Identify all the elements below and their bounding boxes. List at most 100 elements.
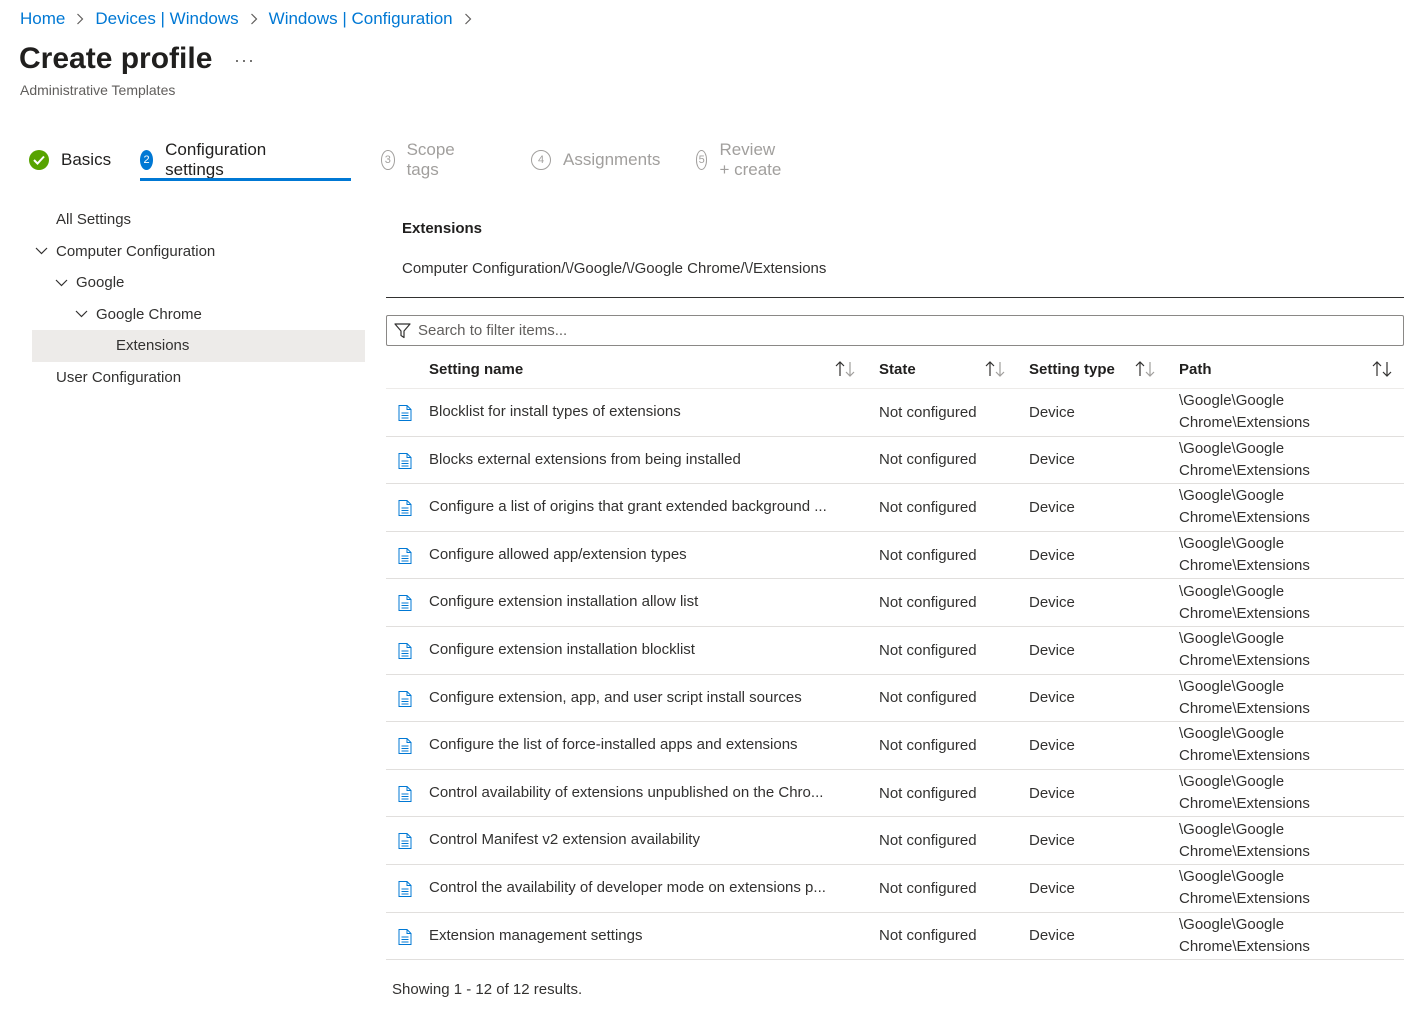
state-cell: Not configured xyxy=(879,817,977,864)
document-icon xyxy=(398,548,412,564)
filter-icon xyxy=(394,322,412,340)
table-row[interactable]: Control the availability of developer mo… xyxy=(386,865,1404,913)
chevron-right-icon xyxy=(76,13,84,25)
path-cell: \Google\Google Chrome\Extensions xyxy=(1179,389,1379,436)
chevron-down-icon[interactable] xyxy=(54,276,68,290)
path-cell: \Google\Google Chrome\Extensions xyxy=(1179,675,1379,722)
divider xyxy=(386,297,1404,298)
setting-name-cell[interactable]: Control availability of extensions unpub… xyxy=(429,770,867,817)
setting-name-cell[interactable]: Configure extension installation allow l… xyxy=(429,579,867,626)
section-title: Extensions xyxy=(402,220,482,237)
tab-basics-label: Basics xyxy=(61,150,111,170)
checkmark-icon xyxy=(29,150,49,170)
sort-icon[interactable] xyxy=(1371,360,1393,378)
settings-tree: All Settings Computer Configuration Goog… xyxy=(32,204,365,393)
results-count: Showing 1 - 12 of 12 results. xyxy=(392,981,582,998)
setting-name-cell[interactable]: Blocks external extensions from being in… xyxy=(429,437,867,484)
setting-name-cell[interactable]: Configure a list of origins that grant e… xyxy=(429,484,867,531)
tab-scope-tags[interactable]: 3 Scope tags xyxy=(381,145,461,175)
tree-item-google-chrome[interactable]: Google Chrome xyxy=(32,299,365,331)
setting-type-cell: Device xyxy=(1029,532,1075,579)
sort-icon[interactable] xyxy=(1134,360,1156,378)
table-row[interactable]: Configure the list of force-installed ap… xyxy=(386,722,1404,770)
table-body: Blocklist for install types of extension… xyxy=(386,389,1404,960)
setting-name-cell[interactable]: Control the availability of developer mo… xyxy=(429,865,867,912)
table-row[interactable]: Control availability of extensions unpub… xyxy=(386,770,1404,818)
table-row[interactable]: Configure a list of origins that grant e… xyxy=(386,484,1404,532)
path-cell: \Google\Google Chrome\Extensions xyxy=(1179,817,1379,864)
state-cell: Not configured xyxy=(879,484,977,531)
setting-type-cell: Device xyxy=(1029,437,1075,484)
table-row[interactable]: Configure extension installation blockli… xyxy=(386,627,1404,675)
setting-name-cell[interactable]: Configure extension installation blockli… xyxy=(429,627,867,674)
table-row[interactable]: Blocklist for install types of extension… xyxy=(386,389,1404,437)
state-cell: Not configured xyxy=(879,865,977,912)
state-cell: Not configured xyxy=(879,913,977,960)
state-cell: Not configured xyxy=(879,579,977,626)
tab-assignments[interactable]: 4 Assignments xyxy=(531,145,660,175)
tab-configuration-settings[interactable]: 2 Configuration settings xyxy=(140,145,273,175)
table-row[interactable]: Configure extension installation allow l… xyxy=(386,579,1404,627)
tree-item-label: All Settings xyxy=(56,211,131,228)
setting-name-cell[interactable]: Configure allowed app/extension types xyxy=(429,532,867,579)
sort-icon[interactable] xyxy=(834,360,856,378)
breadcrumb: Home Devices | Windows Windows | Configu… xyxy=(20,9,483,29)
setting-type-cell: Device xyxy=(1029,389,1075,436)
state-cell: Not configured xyxy=(879,627,977,674)
column-header-setting-name[interactable]: Setting name xyxy=(429,350,523,388)
chevron-down-icon[interactable] xyxy=(74,307,88,321)
setting-type-cell: Device xyxy=(1029,627,1075,674)
setting-type-cell: Device xyxy=(1029,579,1075,626)
search-input[interactable] xyxy=(416,321,1380,340)
path-cell: \Google\Google Chrome\Extensions xyxy=(1179,437,1379,484)
tree-item-label: Google Chrome xyxy=(96,306,202,323)
tab-review-create[interactable]: 5 Review + create xyxy=(696,145,784,175)
setting-name-cell[interactable]: Control Manifest v2 extension availabili… xyxy=(429,817,867,864)
column-header-setting-type[interactable]: Setting type xyxy=(1029,350,1115,388)
step-number-badge: 5 xyxy=(696,150,707,170)
table-row[interactable]: Blocks external extensions from being in… xyxy=(386,437,1404,485)
setting-type-cell: Device xyxy=(1029,770,1075,817)
tree-item-all-settings[interactable]: All Settings xyxy=(32,204,365,236)
document-icon xyxy=(398,643,412,659)
path-cell: \Google\Google Chrome\Extensions xyxy=(1179,484,1379,531)
setting-type-cell: Device xyxy=(1029,675,1075,722)
more-options-button[interactable]: ··· xyxy=(234,50,255,71)
table-row[interactable]: Extension management settings Not configu… xyxy=(386,913,1404,961)
path-cell: \Google\Google Chrome\Extensions xyxy=(1179,865,1379,912)
step-number-badge: 4 xyxy=(531,150,551,170)
chevron-down-icon[interactable] xyxy=(34,244,48,258)
sort-icon[interactable] xyxy=(984,360,1006,378)
tree-item-google[interactable]: Google xyxy=(32,267,365,299)
tab-basics[interactable]: Basics xyxy=(29,145,111,175)
table-row[interactable]: Control Manifest v2 extension availabili… xyxy=(386,817,1404,865)
setting-name-cell[interactable]: Extension management settings xyxy=(429,913,867,960)
document-icon xyxy=(398,691,412,707)
tree-item-extensions[interactable]: Extensions xyxy=(32,330,365,362)
document-icon xyxy=(398,453,412,469)
tab-review-create-label: Review + create xyxy=(719,140,783,180)
setting-type-cell: Device xyxy=(1029,722,1075,769)
breadcrumb-home-link[interactable]: Home xyxy=(20,9,65,29)
tree-item-user-configuration[interactable]: User Configuration xyxy=(32,362,365,394)
path-cell: \Google\Google Chrome\Extensions xyxy=(1179,532,1379,579)
setting-type-cell: Device xyxy=(1029,484,1075,531)
step-number-badge: 2 xyxy=(140,150,153,170)
breadcrumb-devices-windows-link[interactable]: Devices | Windows xyxy=(95,9,238,29)
document-icon xyxy=(398,738,412,754)
table-row[interactable]: Configure extension, app, and user scrip… xyxy=(386,675,1404,723)
state-cell: Not configured xyxy=(879,675,977,722)
breadcrumb-windows-configuration-link[interactable]: Windows | Configuration xyxy=(269,9,453,29)
page-subtitle: Administrative Templates xyxy=(20,82,175,98)
chevron-right-icon xyxy=(250,13,258,25)
column-header-state[interactable]: State xyxy=(879,350,916,388)
setting-name-cell[interactable]: Blocklist for install types of extension… xyxy=(429,389,867,436)
table-row[interactable]: Configure allowed app/extension typesNot… xyxy=(386,532,1404,580)
setting-type-cell: Device xyxy=(1029,817,1075,864)
tree-item-label: Computer Configuration xyxy=(56,243,215,260)
setting-name-cell[interactable]: Configure the list of force-installed ap… xyxy=(429,722,867,769)
chevron-right-icon xyxy=(464,13,472,25)
column-header-path[interactable]: Path xyxy=(1179,350,1212,388)
setting-name-cell[interactable]: Configure extension, app, and user scrip… xyxy=(429,675,867,722)
tree-item-computer-configuration[interactable]: Computer Configuration xyxy=(32,236,365,268)
